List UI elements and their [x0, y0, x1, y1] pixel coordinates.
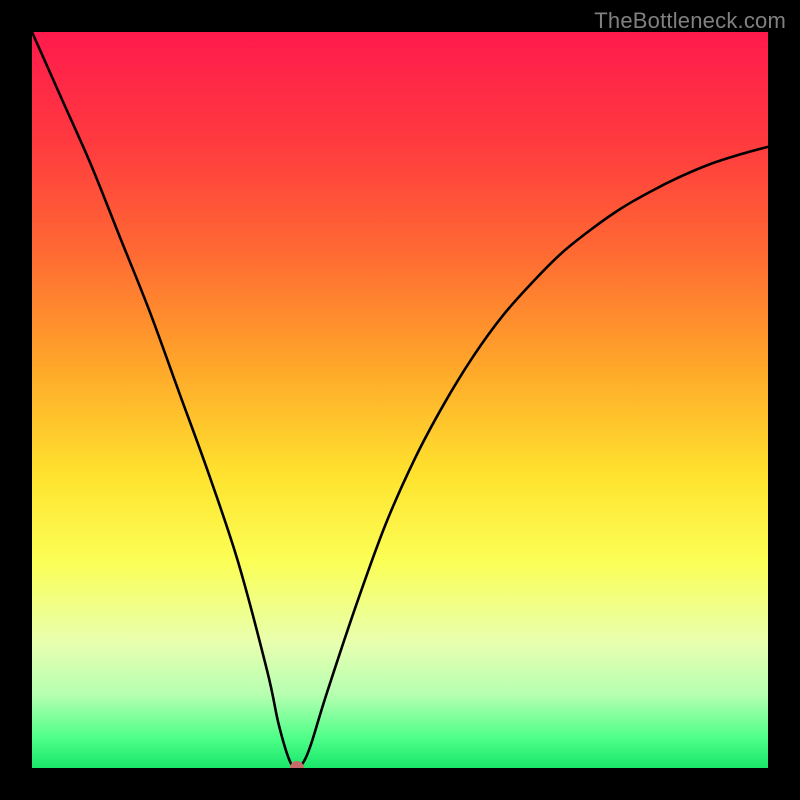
watermark-text: TheBottleneck.com: [594, 8, 786, 34]
chart-frame: TheBottleneck.com: [0, 0, 800, 800]
bottleneck-chart: [32, 32, 768, 768]
gradient-background: [32, 32, 768, 768]
plot-area: [32, 32, 768, 768]
